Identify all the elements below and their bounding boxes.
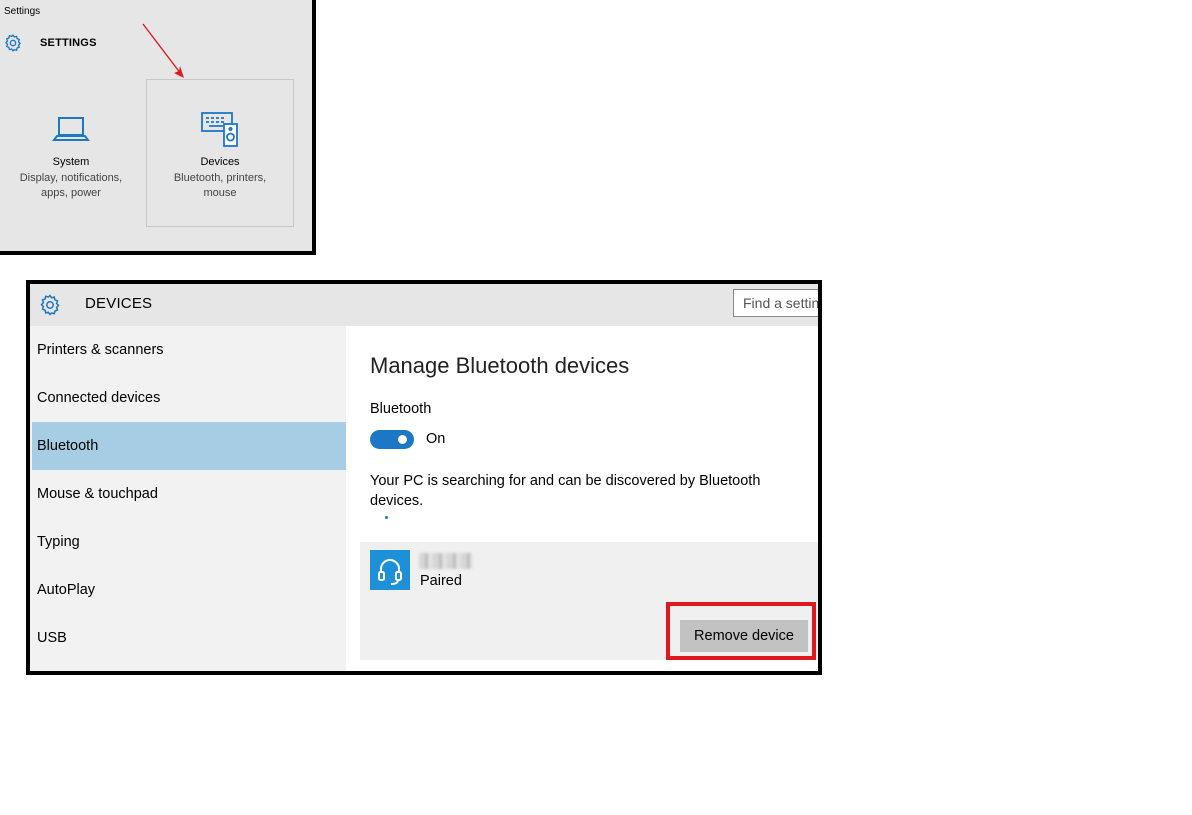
devices-tile-desc-1: Bluetooth, printers, — [173, 172, 267, 184]
settings-home-panel: Settings SETTINGS System Display, notifi… — [0, 0, 316, 255]
window-title: Settings — [4, 6, 41, 17]
sidebar-item-usb[interactable]: USB — [32, 614, 346, 662]
gear-icon — [40, 294, 60, 316]
device-name-redacted — [419, 553, 473, 569]
bluetooth-label: Bluetooth — [370, 401, 432, 417]
device-status: Paired — [420, 573, 462, 589]
sidebar: Printers & scanners Connected devices Bl… — [32, 326, 346, 671]
toggle-knob — [398, 435, 407, 444]
devices-window: DEVICES Find a setting Printers & scanne… — [26, 280, 822, 675]
system-tile-desc-1: Display, notifications, — [19, 172, 123, 184]
sidebar-item-autoplay[interactable]: AutoPlay — [32, 566, 346, 614]
discovery-message: Your PC is searching for and can be disc… — [370, 473, 761, 509]
settings-heading: SETTINGS — [40, 37, 97, 49]
device-list-item[interactable]: Paired Remove device — [360, 542, 818, 660]
devices-tile[interactable]: Devices Bluetooth, printers, mouse — [146, 79, 294, 227]
devices-tile-name: Devices — [200, 156, 240, 168]
sidebar-item-bluetooth[interactable]: Bluetooth — [32, 422, 346, 470]
laptop-icon — [52, 117, 90, 141]
toggle-state-label: On — [426, 431, 446, 447]
devices-icon — [201, 112, 238, 147]
devices-tile-desc-2: mouse — [203, 187, 237, 199]
sidebar-item-printers-scanners[interactable]: Printers & scanners — [32, 326, 346, 374]
search-input[interactable]: Find a setting — [733, 289, 818, 317]
system-tile-name: System — [52, 156, 90, 168]
page-title: DEVICES — [85, 295, 153, 312]
gear-icon — [4, 34, 22, 52]
progress-indicator — [385, 516, 388, 519]
remove-device-button[interactable]: Remove device — [680, 620, 808, 652]
system-tile[interactable]: System Display, notifications, apps, pow… — [0, 80, 142, 228]
sidebar-item-typing[interactable]: Typing — [32, 518, 346, 566]
bluetooth-toggle[interactable] — [370, 430, 414, 449]
device-icon-tile — [370, 550, 410, 590]
sidebar-item-mouse-touchpad[interactable]: Mouse & touchpad — [32, 470, 346, 518]
content-pane: Manage Bluetooth devices Bluetooth On Yo… — [346, 326, 818, 671]
content-title: Manage Bluetooth devices — [370, 353, 630, 378]
sidebar-item-connected-devices[interactable]: Connected devices — [32, 374, 346, 422]
window-header: DEVICES Find a setting — [30, 284, 818, 326]
system-tile-desc-2: apps, power — [41, 187, 101, 199]
headset-icon — [378, 559, 402, 585]
